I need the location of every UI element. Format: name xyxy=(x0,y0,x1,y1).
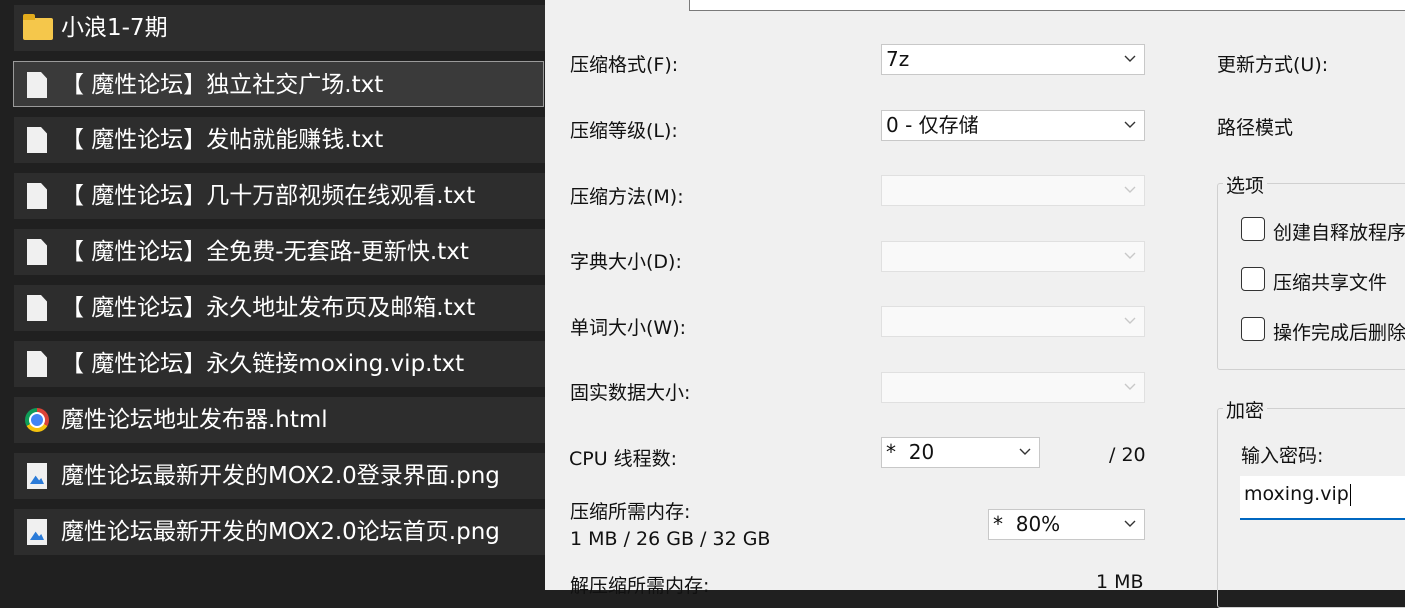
chrome-html-icon xyxy=(25,408,49,432)
options-group-title: 选项 xyxy=(1223,171,1268,198)
file-name: 小浪1-7期 xyxy=(61,15,168,41)
format-select[interactable]: 7z xyxy=(881,44,1145,75)
word-label: 单词大小(W): xyxy=(570,317,687,339)
add-to-archive-dialog: 压缩格式(F): 7z 压缩等级(L): 0 - 仅存储 压缩方法(M): 字典… xyxy=(545,0,1405,608)
solid-select[interactable] xyxy=(881,372,1145,403)
dict-label: 字典大小(D): xyxy=(570,251,682,273)
file-name: 【 魔性论坛】永久地址发布页及邮箱.txt xyxy=(61,295,476,321)
format-value: 7z xyxy=(886,47,910,71)
cpu-threads-label: CPU 线程数: xyxy=(569,448,678,470)
file-name: 【 魔性论坛】几十万部视频在线观看.txt xyxy=(61,183,476,209)
image-file-icon xyxy=(27,519,47,545)
mem-usage-value: * 80% xyxy=(993,512,1061,536)
chevron-down-icon xyxy=(1124,520,1136,530)
file-name: 【 魔性论坛】独立社交广场.txt xyxy=(61,72,384,98)
password-input[interactable]: moxing.vip xyxy=(1240,476,1405,520)
cpu-threads-select[interactable]: * 20 xyxy=(881,437,1040,468)
shared-files-checkbox-label: 压缩共享文件 xyxy=(1273,272,1388,294)
level-label: 压缩等级(L): xyxy=(570,120,678,142)
file-name: 魔性论坛地址发布器.html xyxy=(61,407,328,433)
cpu-threads-value: * 20 xyxy=(886,440,935,464)
level-select[interactable]: 0 - 仅存储 xyxy=(881,110,1145,141)
text-file-icon xyxy=(27,239,47,265)
file-name: 【 魔性论坛】全免费-无套路-更新快.txt xyxy=(61,239,469,265)
file-name: 魔性论坛最新开发的MOX2.0论坛首页.png xyxy=(61,519,500,545)
text-file-icon xyxy=(27,183,47,209)
file-list-item[interactable]: 【 魔性论坛】永久地址发布页及邮箱.txt xyxy=(14,285,545,331)
method-select[interactable] xyxy=(881,175,1145,206)
sfx-checkbox-label: 创建自释放程序 xyxy=(1273,222,1405,244)
shared-files-checkbox[interactable] xyxy=(1241,267,1265,291)
file-name: 【 魔性论坛】永久链接moxing.vip.txt xyxy=(61,351,465,377)
mem-comp-value: 1 MB / 26 GB / 32 GB xyxy=(570,528,771,550)
image-file-icon xyxy=(27,463,47,489)
file-list: 小浪1-7期【 魔性论坛】独立社交广场.txt 【 魔性论坛】发帖就能赚钱.txt… xyxy=(0,0,545,590)
file-list-item[interactable]: 小浪1-7期 xyxy=(14,5,545,51)
cpu-threads-max: / 20 xyxy=(1109,444,1146,466)
file-list-item[interactable]: 魔性论坛最新开发的MOX2.0登录界面.png xyxy=(14,453,545,499)
text-caret xyxy=(1349,483,1351,506)
solid-label: 固实数据大小: xyxy=(570,382,691,404)
text-file-icon xyxy=(27,351,47,377)
archive-path-input[interactable] xyxy=(689,0,1405,11)
password-label: 输入密码: xyxy=(1241,445,1324,467)
method-label: 压缩方法(M): xyxy=(570,186,684,208)
dict-select[interactable] xyxy=(881,241,1145,272)
text-file-icon xyxy=(27,72,47,98)
update-mode-label: 更新方式(U): xyxy=(1217,54,1329,76)
file-list-item[interactable]: 魔性论坛地址发布器.html xyxy=(14,397,545,443)
word-select[interactable] xyxy=(881,306,1145,337)
folder-icon xyxy=(23,14,53,40)
delete-after-checkbox[interactable] xyxy=(1241,317,1265,341)
sfx-checkbox[interactable] xyxy=(1241,217,1265,241)
level-value: 0 - 仅存储 xyxy=(886,113,979,137)
file-name: 【 魔性论坛】发帖就能赚钱.txt xyxy=(61,127,384,153)
path-mode-label: 路径模式 xyxy=(1217,117,1294,139)
chevron-down-icon xyxy=(1124,55,1136,65)
file-list-item[interactable]: 【 魔性论坛】全免费-无套路-更新快.txt xyxy=(14,229,545,275)
mem-decomp-label: 解压缩所需内存: xyxy=(570,575,710,597)
chevron-down-icon xyxy=(1124,121,1136,131)
chevron-down-icon xyxy=(1124,383,1136,393)
mem-comp-label: 压缩所需内存: xyxy=(570,501,691,523)
format-label: 压缩格式(F): xyxy=(570,54,679,76)
chevron-down-icon xyxy=(1124,317,1136,327)
file-list-item[interactable]: 【 魔性论坛】几十万部视频在线观看.txt xyxy=(14,173,545,219)
file-name: 魔性论坛最新开发的MOX2.0登录界面.png xyxy=(61,463,500,489)
password-value: moxing.vip xyxy=(1244,483,1349,505)
encryption-group-title: 加密 xyxy=(1223,396,1268,423)
file-list-item[interactable]: 【 魔性论坛】永久链接moxing.vip.txt xyxy=(14,341,545,387)
text-file-icon xyxy=(27,295,47,321)
chevron-down-icon xyxy=(1124,186,1136,196)
delete-after-checkbox-label: 操作完成后删除 xyxy=(1273,322,1405,344)
chevron-down-icon xyxy=(1019,448,1031,458)
chevron-down-icon xyxy=(1124,252,1136,262)
text-file-icon xyxy=(27,127,47,153)
mem-usage-select[interactable]: * 80% xyxy=(988,509,1145,540)
file-list-item[interactable]: 【 魔性论坛】独立社交广场.txt xyxy=(13,61,544,107)
file-list-item[interactable]: 【 魔性论坛】发帖就能赚钱.txt xyxy=(14,117,545,163)
file-list-item[interactable]: 魔性论坛最新开发的MOX2.0论坛首页.png xyxy=(14,509,545,555)
